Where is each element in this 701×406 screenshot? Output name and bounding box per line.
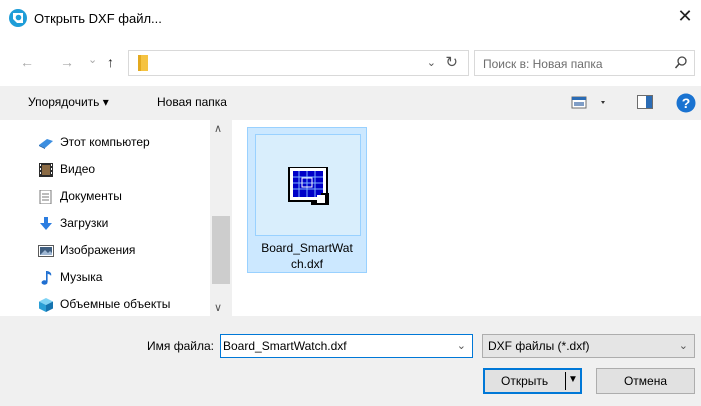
- up-button[interactable]: ↑: [107, 54, 114, 70]
- sidebar-item-label: Этот компьютер: [60, 135, 150, 149]
- view-options-icon[interactable]: [571, 95, 611, 111]
- recent-locations-button[interactable]: ⌄: [88, 52, 97, 68]
- filename-dropdown-icon[interactable]: ⌄: [457, 339, 466, 352]
- search-icon[interactable]: [674, 55, 688, 71]
- open-button-label: Открыть: [501, 374, 549, 388]
- window-title: Открыть DXF файл...: [34, 11, 162, 26]
- documents-icon: [39, 190, 52, 204]
- preview-pane-icon[interactable]: [637, 95, 653, 109]
- 3d-objects-icon: [39, 298, 53, 312]
- folder-icon: [138, 55, 148, 71]
- cancel-button[interactable]: Отмена: [596, 368, 695, 394]
- open-button[interactable]: Открыть ▼: [483, 368, 582, 394]
- close-button[interactable]: ✕: [675, 6, 695, 26]
- forward-button[interactable]: →: [60, 54, 74, 70]
- file-name: Board_SmartWat ch.dxf: [261, 241, 353, 271]
- sidebar-item-label: Видео: [60, 162, 96, 176]
- file-thumbnail: [255, 134, 361, 236]
- sidebar-item-label: Загрузки: [60, 216, 109, 230]
- dxf-app-icon: [9, 9, 27, 27]
- organize-menu-button[interactable]: Упорядочить ▾: [28, 95, 109, 109]
- split-divider: [565, 372, 566, 390]
- command-toolbar: Упорядочить ▾ Новая папка ?: [0, 86, 701, 120]
- scroll-up-icon[interactable]: ∧: [214, 122, 222, 135]
- dxf-file-icon: [288, 167, 329, 205]
- refresh-icon[interactable]: ↻: [445, 53, 458, 71]
- navigation-pane: Этот компьютер Видео Документы Загрузки …: [0, 120, 232, 316]
- video-icon: [39, 163, 53, 177]
- sidebar-item-3d-objects[interactable]: Объемные объекты: [0, 292, 210, 318]
- file-list-pane: Board_SmartWat ch.dxf: [232, 120, 701, 316]
- downloads-icon: [40, 217, 52, 230]
- navigation-bar: ← → ⌄ ↑ ⌄ ↻: [0, 44, 701, 80]
- pictures-icon: [38, 245, 54, 257]
- sidebar-item-label: Музыка: [60, 270, 103, 284]
- title-bar: Открыть DXF файл... ✕: [0, 0, 701, 36]
- new-folder-button[interactable]: Новая папка: [157, 95, 227, 109]
- navigation-pane-scrollbar[interactable]: ∧ ∨: [210, 120, 232, 316]
- sidebar-item-this-pc[interactable]: Этот компьютер: [0, 130, 210, 156]
- scroll-thumb[interactable]: [212, 216, 230, 284]
- scroll-down-icon[interactable]: ∨: [214, 301, 222, 314]
- close-icon: ✕: [677, 6, 693, 26]
- dialog-footer: Имя файла: ⌄ DXF файлы (*.dxf) ⌄ Открыть…: [0, 316, 701, 406]
- filename-input[interactable]: [223, 338, 443, 354]
- sidebar-item-label: Изображения: [60, 243, 136, 257]
- help-icon[interactable]: ?: [676, 93, 696, 113]
- sidebar-item-documents[interactable]: Документы: [0, 184, 210, 210]
- filetype-dropdown-icon: ⌄: [678, 340, 688, 352]
- sidebar-item-label: Объемные объекты: [60, 297, 171, 311]
- filetype-value: DXF файлы (*.dxf): [488, 339, 590, 353]
- sidebar-item-downloads[interactable]: Загрузки: [0, 211, 210, 237]
- filename-label: Имя файла:: [147, 339, 214, 353]
- back-button[interactable]: ←: [20, 54, 34, 70]
- filename-combobox[interactable]: ⌄: [220, 334, 473, 358]
- filetype-select[interactable]: DXF файлы (*.dxf) ⌄: [482, 334, 695, 358]
- address-bar[interactable]: ⌄ ↻: [128, 50, 469, 76]
- computer-icon: [39, 139, 53, 149]
- search-box[interactable]: [474, 50, 695, 76]
- svg-text:?: ?: [682, 95, 691, 111]
- search-input[interactable]: [483, 56, 663, 72]
- sidebar-item-video[interactable]: Видео: [0, 157, 210, 183]
- sidebar-item-music[interactable]: Музыка: [0, 265, 210, 291]
- open-options-arrow-icon[interactable]: ▼: [568, 374, 578, 385]
- address-dropdown-icon[interactable]: ⌄: [427, 56, 436, 69]
- sidebar-item-pictures[interactable]: Изображения: [0, 238, 210, 264]
- file-item[interactable]: Board_SmartWat ch.dxf: [247, 127, 367, 273]
- music-icon: [41, 271, 52, 285]
- sidebar-item-label: Документы: [60, 189, 122, 203]
